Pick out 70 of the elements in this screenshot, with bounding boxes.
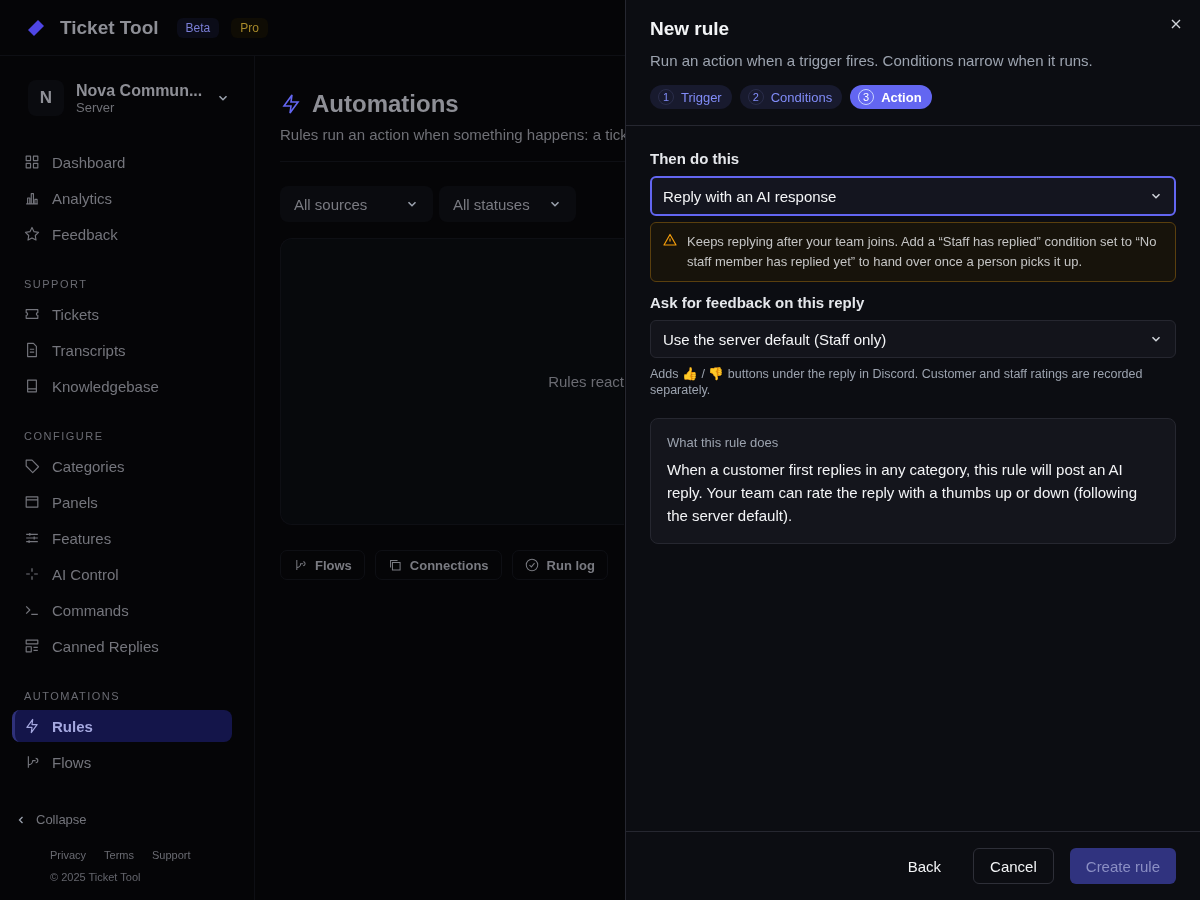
grid-icon <box>24 154 40 170</box>
sidebar-item[interactable]: AI Control <box>12 558 232 590</box>
plan-badge: Pro <box>231 17 268 38</box>
field-label: Then do this <box>650 150 741 167</box>
page-title: Automations <box>312 90 459 118</box>
server-name: Nova Commun... <box>76 81 204 100</box>
step-tab[interactable]: 1 Trigger <box>650 85 732 109</box>
sparkle-icon <box>24 566 40 582</box>
sidebar-item[interactable]: Feedback <box>12 218 232 250</box>
section-heading: SUPPORT <box>23 278 89 290</box>
sidebar-item[interactable]: Analytics <box>12 182 232 214</box>
sliders-icon <box>24 530 40 546</box>
book-icon <box>24 378 40 394</box>
bolt-icon <box>24 718 40 734</box>
footer-link[interactable]: Terms <box>104 849 134 861</box>
page-tab[interactable]: Connections <box>374 550 502 580</box>
filter-dropdown[interactable]: All sources <box>280 186 433 222</box>
drawer-title: New rule <box>650 18 731 40</box>
sidebar-item[interactable]: Tickets <box>12 298 232 330</box>
filter-dropdown[interactable]: All statuses <box>439 186 576 222</box>
field-label: Ask for feedback on this reply <box>650 294 866 311</box>
sidebar-item[interactable]: Dashboard <box>12 146 232 178</box>
panel-icon <box>24 494 40 510</box>
footer-button[interactable]: Back <box>891 848 958 884</box>
doc-icon <box>24 342 40 358</box>
app-name: Ticket Tool <box>60 16 159 39</box>
sidebar-item[interactable]: Knowledgebase <box>12 370 232 402</box>
copyright: © 2025 Ticket Tool <box>50 871 141 883</box>
server-switcher[interactable]: N Nova Commun... Server <box>24 74 234 122</box>
branch-icon <box>293 558 307 572</box>
page-tab[interactable]: Run log <box>511 550 608 580</box>
warning-text: Keeps replying after your team joins. Add a “Staff has replied” condition set to “No staff member has replied yet” to hand over once a person picks it up. <box>687 233 1158 271</box>
summary-title: What this rule does <box>667 435 780 450</box>
step-tab[interactable]: 3 Action <box>850 85 932 109</box>
feedback-select[interactable]: Use the server default (Staff only) <box>650 320 1176 358</box>
close-icon <box>1170 18 1182 30</box>
tag-icon <box>24 458 40 474</box>
server-avatar: N <box>28 80 64 116</box>
section-heading: AUTOMATIONS <box>23 690 122 702</box>
field-hint: Adds 👍 / 👎 buttons under the reply in Discord. Customer and staff ratings are recorded separately. <box>650 366 1144 398</box>
sidebar-item[interactable]: Features <box>12 522 232 554</box>
plan-badge: Beta <box>176 17 220 38</box>
warning-icon <box>663 233 677 247</box>
bolt-icon <box>280 93 302 115</box>
drawer-subtitle: Run an action when a trigger fires. Conditions narrow when it runs. <box>650 52 1094 69</box>
bars-icon <box>24 190 40 206</box>
chevron-left-icon <box>16 814 26 825</box>
action-select[interactable]: Reply with an AI response <box>650 176 1176 216</box>
server-type: Server <box>76 99 116 115</box>
summary-text: When a customer first replies in any category, this rule will post an AI reply. Your team can rate the reply with a thumbs up or down (following the server default). <box>667 460 1138 526</box>
footer-link[interactable]: Support <box>152 849 191 861</box>
copy-icon <box>387 558 402 572</box>
footer-button[interactable]: Cancel <box>973 848 1054 884</box>
step-tab[interactable]: 2 Conditions <box>739 85 843 109</box>
sidebar-item[interactable]: Flows <box>12 746 232 778</box>
collapse-button[interactable]: Collapse <box>16 812 254 827</box>
star-icon <box>24 226 40 242</box>
section-heading: CONFIGURE <box>23 430 105 442</box>
empty-state-text: Rules react <box>548 373 624 390</box>
list-icon <box>24 638 40 654</box>
sidebar-item[interactable]: Transcripts <box>12 334 232 366</box>
sidebar-item[interactable]: Commands <box>12 594 232 626</box>
sidebar-item[interactable]: Rules <box>12 710 232 742</box>
ticket-icon <box>24 306 40 322</box>
sidebar-item[interactable]: Categories <box>12 450 232 482</box>
footer-link[interactable]: Privacy <box>50 849 87 861</box>
check-icon <box>524 558 539 572</box>
sidebar-item[interactable]: Canned Replies <box>12 630 232 662</box>
sidebar-item[interactable]: Panels <box>12 486 232 518</box>
page-tab[interactable]: Flows <box>280 550 365 580</box>
